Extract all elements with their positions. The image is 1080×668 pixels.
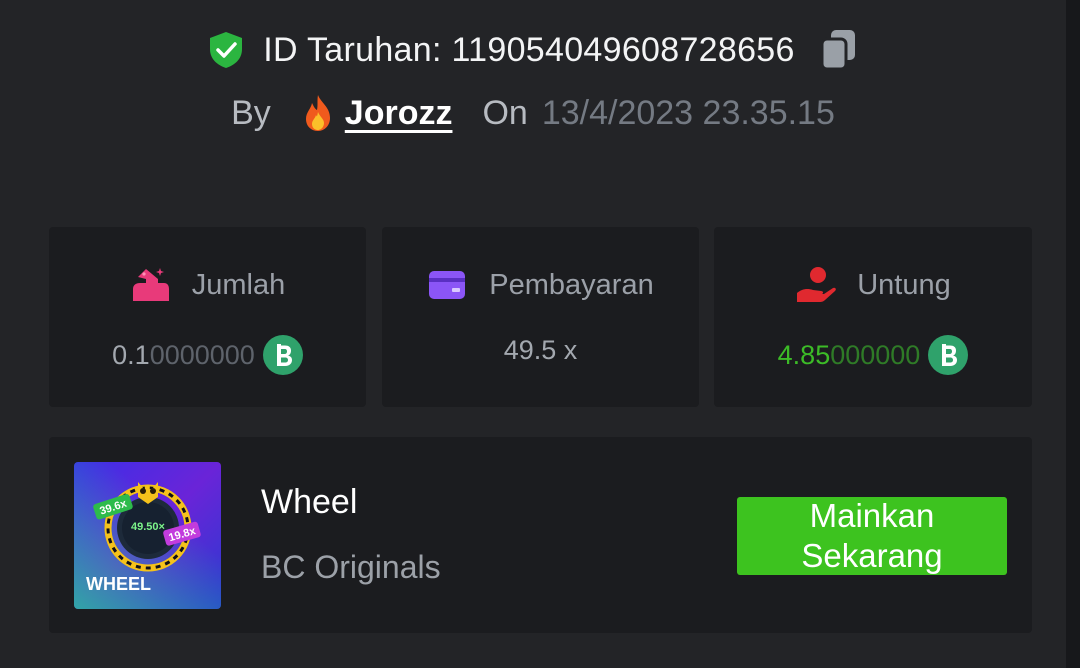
bet-amount-icon [132, 268, 169, 301]
bc-coin-icon [928, 335, 969, 375]
profit-hand-icon [797, 267, 837, 302]
verified-shield-icon [210, 32, 243, 68]
by-label: By [231, 93, 271, 132]
bc-coin-icon [262, 335, 303, 375]
bet-byline: By Jorozz On 13/4/2023 23.35.15 [0, 90, 1066, 136]
stat-card-profit: Untung 4.85 000000 [714, 227, 1032, 407]
bet-id-value: 119054049608728656 [451, 30, 795, 69]
profit-value-faint: 000000 [830, 339, 921, 370]
username-text: Jorozz [344, 93, 453, 132]
play-now-label: Mainkan Sekarang [801, 497, 943, 574]
fire-icon [305, 95, 330, 131]
game-thumbnail[interactable]: 39.6x 19.8x 49.50× WHEEL [74, 462, 221, 609]
stat-payout-header: Pembayaran [382, 265, 699, 305]
stat-card-amount: Jumlah 0.1 0000000 [49, 227, 366, 407]
username-link[interactable]: Jorozz [301, 93, 453, 133]
play-now-button[interactable]: Mainkan Sekarang [737, 497, 1007, 575]
stat-card-payout: Pembayaran 49.5 x [382, 227, 699, 407]
on-label: On [482, 93, 528, 132]
stat-payout-value: 49.5 x [382, 335, 699, 366]
bet-datetime: 13/4/2023 23.35.15 [541, 93, 835, 132]
game-card: 39.6x 19.8x 49.50× WHEEL Wheel BC Origin… [49, 437, 1032, 633]
bet-id-text: ID Taruhan: 119054049608728656 [263, 31, 794, 70]
payout-multiplier: 49.5 x [503, 335, 578, 365]
game-name[interactable]: Wheel [261, 483, 357, 522]
copy-icon[interactable] [819, 28, 859, 72]
stat-payout-label: Pembayaran [489, 268, 654, 301]
amount-value-faint: 0000000 [149, 339, 255, 370]
stat-amount-value: 0.1 0000000 [49, 335, 366, 375]
game-provider: BC Originals [261, 549, 441, 585]
right-edge-border [1066, 0, 1080, 668]
stat-amount-label: Jumlah [191, 268, 286, 301]
stat-profit-header: Untung [714, 265, 1032, 305]
profit-value-strong: 4.85 [777, 339, 831, 370]
bet-id-row: ID Taruhan: 119054049608728656 [0, 26, 1066, 74]
bet-id-label: ID Taruhan: [263, 30, 452, 69]
stat-amount-header: Jumlah [49, 265, 366, 305]
wallet-card-icon [429, 271, 466, 299]
amount-value-strong: 0.1 [112, 339, 150, 370]
stat-profit-value: 4.85 000000 [714, 335, 1032, 375]
stat-profit-label: Untung [857, 268, 951, 301]
thumb-title: WHEEL [86, 574, 151, 594]
thumb-center-value: 49.50× [131, 521, 165, 533]
